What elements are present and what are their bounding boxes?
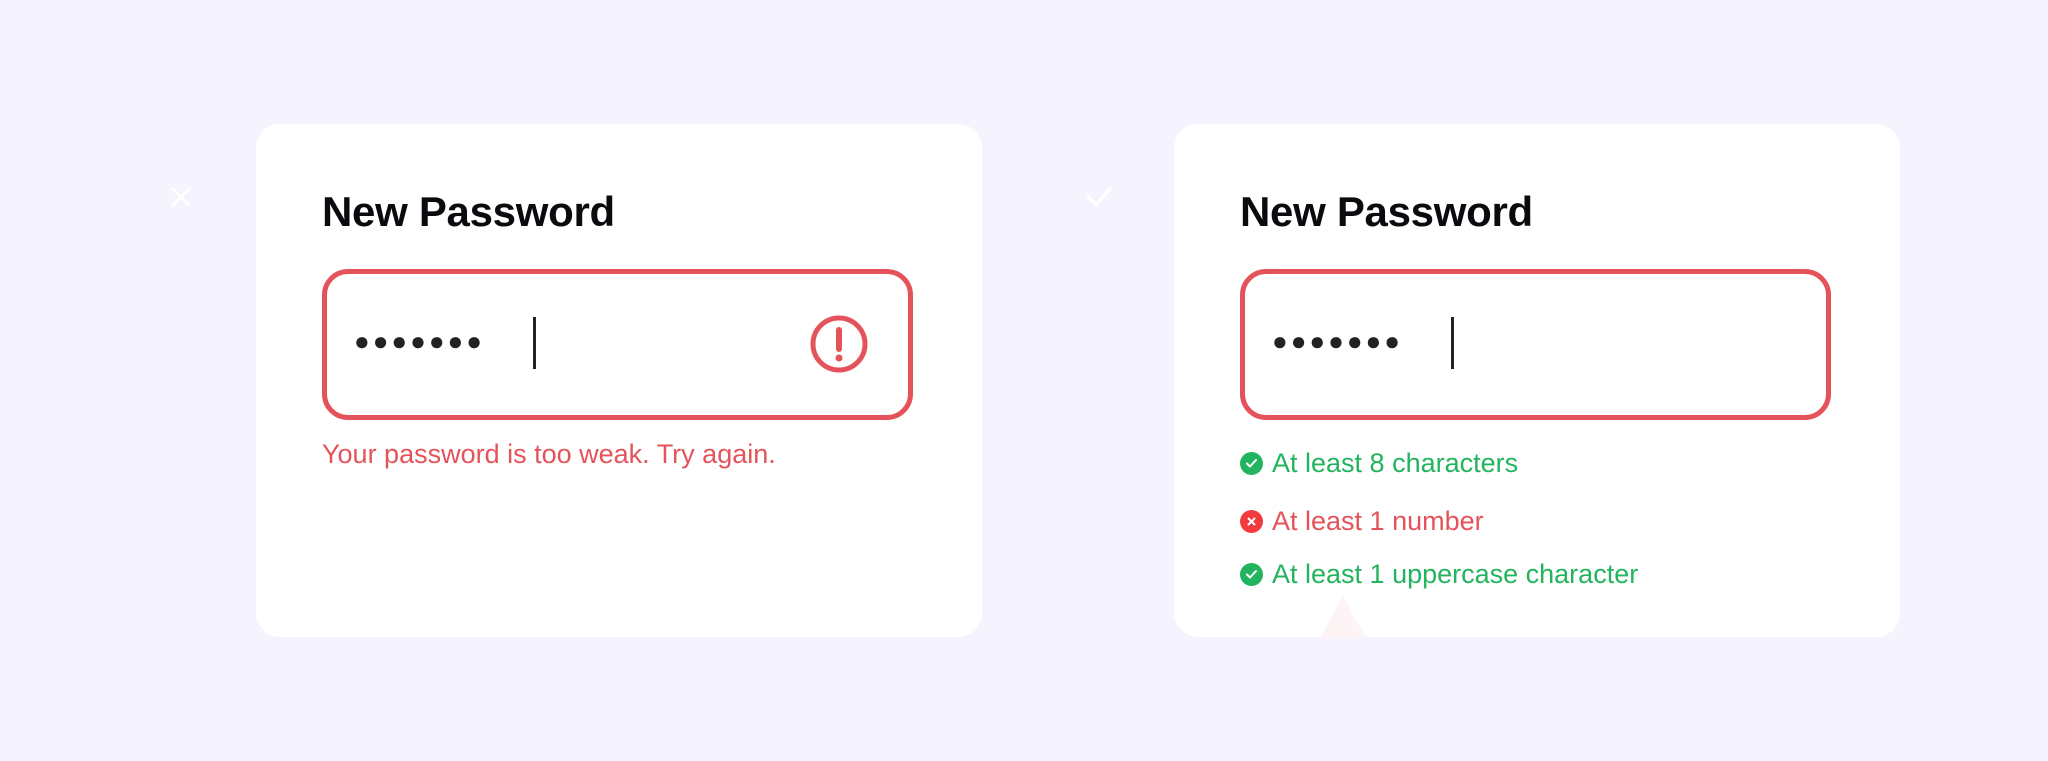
password-mask: ●●●●●●● — [1272, 326, 1403, 356]
close-icon — [168, 184, 194, 210]
check-icon — [1240, 451, 1263, 475]
check-icon — [1084, 184, 1114, 210]
requirement-item: At least 1 number — [1240, 504, 1484, 538]
bad-example-badge — [148, 164, 214, 230]
requirement-item: At least 1 uppercase character — [1240, 557, 1638, 591]
card-title: New Password — [1240, 188, 1533, 235]
requirement-label: At least 1 uppercase character — [1272, 559, 1639, 589]
password-mask: ●●●●●●● — [354, 326, 485, 356]
text-caret — [1451, 317, 1454, 369]
requirement-label: At least 1 number — [1272, 506, 1484, 536]
bad-example-card: New Password ●●●●●●● Your password is to… — [256, 124, 982, 637]
card-title: New Password — [322, 188, 615, 235]
good-example-card: New Password ●●●●●●● At least 8 characte… — [1174, 124, 1900, 637]
password-input[interactable]: ●●●●●●● — [1240, 269, 1831, 420]
text-caret — [533, 317, 536, 369]
requirement-item: At least 8 characters — [1240, 446, 1518, 480]
error-message: Your password is too weak. Try again. — [322, 439, 776, 469]
password-input[interactable]: ●●●●●●● — [322, 269, 913, 420]
good-example-badge — [1066, 164, 1132, 230]
requirement-label: At least 8 characters — [1272, 448, 1519, 478]
check-icon — [1240, 562, 1263, 586]
exclamation-icon — [809, 314, 869, 374]
close-icon — [1240, 509, 1263, 533]
pointer-arrow-shape — [1318, 594, 1368, 638]
